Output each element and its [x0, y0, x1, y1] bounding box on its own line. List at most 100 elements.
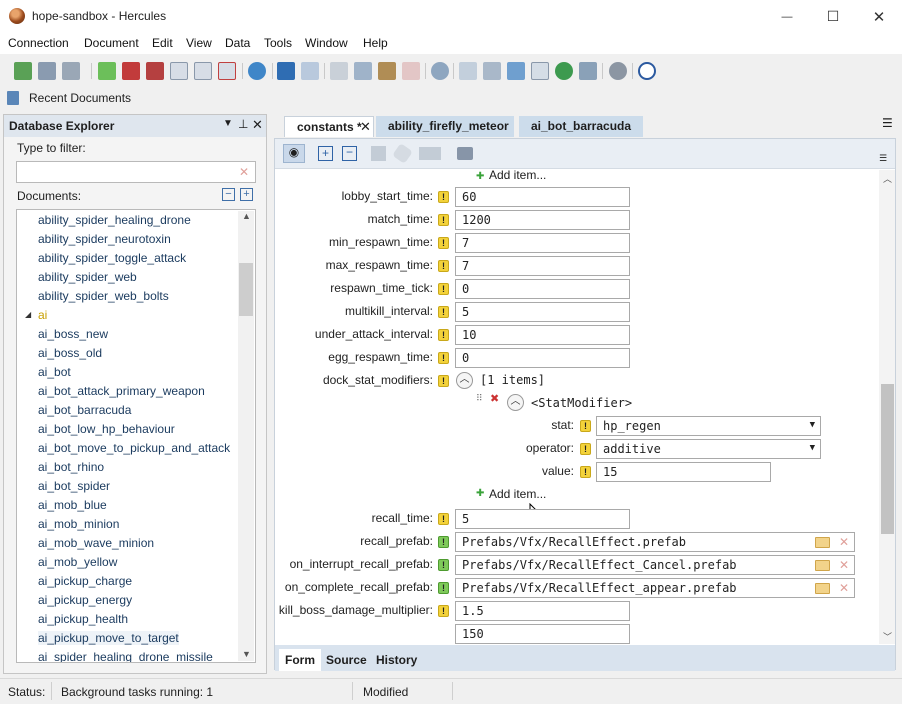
cut-icon[interactable] [330, 62, 348, 80]
tree-item[interactable]: ability_spider_toggle_attack [38, 251, 186, 265]
on-complete-recall-prefab-input[interactable]: Prefabs/Vfx/RecallEffect_appear.prefab [455, 578, 855, 598]
tree-item[interactable]: ai_bot_spider [38, 479, 110, 493]
on-interrupt-recall-prefab-input[interactable]: Prefabs/Vfx/RecallEffect_Cancel.prefab [455, 555, 855, 575]
find-icon[interactable] [431, 62, 449, 80]
copy-icon[interactable] [354, 62, 372, 80]
tree-item[interactable]: ai_bot_rhino [38, 460, 104, 474]
new-connection-icon[interactable] [14, 62, 32, 80]
collapse-all-fields-icon[interactable]: − [342, 146, 357, 161]
multikill-interval-input[interactable]: 5 [455, 302, 630, 322]
tab-history[interactable]: History [370, 649, 423, 671]
tree-item[interactable]: ai_bot_low_hp_behaviour [38, 422, 175, 436]
compare-icon[interactable] [459, 62, 477, 80]
tree-item[interactable]: ai_boss_old [38, 346, 102, 360]
reload-icon[interactable] [248, 62, 266, 80]
tree-item[interactable]: ability_spider_web_bolts [38, 289, 169, 303]
tree-item[interactable]: ai_bot [38, 365, 71, 379]
tab-source[interactable]: Source [320, 649, 373, 671]
layout-icon[interactable] [579, 62, 597, 80]
stat-select[interactable]: hp_regen ▼ [596, 416, 821, 436]
tab-form[interactable]: Form [279, 649, 321, 671]
pin-icon[interactable]: ⊥ [238, 117, 248, 131]
tree-item[interactable]: ai_pickup_health [38, 612, 128, 626]
clear-field-icon[interactable]: ✕ [839, 558, 849, 572]
tree-scrollbar[interactable]: ▲ ▼ [238, 211, 254, 661]
new-document-icon[interactable] [98, 62, 116, 80]
database-icon[interactable] [38, 62, 56, 80]
match-time-input[interactable]: 1200 [455, 210, 630, 230]
key-icon[interactable] [457, 147, 473, 160]
respawn-time-tick-input[interactable]: 0 [455, 279, 630, 299]
cut-off-input[interactable]: 150 [455, 624, 630, 644]
delete-document-icon[interactable] [218, 62, 236, 80]
tree-item-hovered[interactable]: ai_pickup_move_to_target [38, 631, 179, 645]
menu-connection[interactable]: Connection [8, 36, 69, 50]
schema-dropdown-icon[interactable] [62, 62, 80, 80]
menu-window[interactable]: Window [305, 36, 348, 50]
delete-icon[interactable] [402, 62, 420, 80]
expand-all-fields-icon[interactable]: + [318, 146, 333, 161]
tree-item[interactable]: ability_spider_web [38, 270, 137, 284]
expanded-arrow-icon[interactable]: ◢ [25, 310, 31, 319]
filter-input[interactable]: ✕ [16, 161, 256, 183]
tree-item[interactable]: ai_bot_barracuda [38, 403, 131, 417]
tree-item[interactable]: ability_spider_healing_drone [38, 213, 191, 227]
tree-item[interactable]: ai_pickup_energy [38, 593, 132, 607]
under-attack-interval-input[interactable]: 10 [455, 325, 630, 345]
max-respawn-time-input[interactable]: 7 [455, 256, 630, 276]
toolbar-overflow-icon[interactable]: ☰ [879, 153, 887, 164]
tree-item[interactable]: ai_mob_blue [38, 498, 107, 512]
tree-item[interactable]: ai_pickup_charge [38, 574, 132, 588]
tree-item[interactable]: ai_bot_move_to_pickup_and_attack [38, 441, 230, 455]
redo-icon[interactable] [301, 62, 319, 80]
lobby-start-time-input[interactable]: 60 [455, 187, 630, 207]
egg-respawn-time-input[interactable]: 0 [455, 348, 630, 368]
settings-icon[interactable] [609, 62, 627, 80]
structure-icon[interactable] [371, 146, 386, 161]
collapse-item-button[interactable]: ︿ [507, 394, 524, 411]
scroll-down-icon[interactable]: ▼ [242, 649, 251, 659]
collapse-list-button[interactable]: ︿ [456, 372, 473, 389]
json-icon[interactable] [531, 62, 549, 80]
form-scrollbar[interactable]: ︿ ﹀ [879, 170, 895, 644]
add-icon[interactable]: ✚ [476, 488, 484, 499]
value-input[interactable]: 15 [596, 462, 771, 482]
maximize-button[interactable]: ☐ [810, 0, 856, 33]
scrollbar-thumb[interactable] [881, 384, 894, 534]
collapse-all-icon[interactable]: − [222, 188, 235, 201]
tree-item[interactable]: ai_mob_wave_minion [38, 536, 154, 550]
menu-help[interactable]: Help [363, 36, 388, 50]
panel-menu-icon[interactable]: ▼ [223, 118, 233, 129]
add-item-link[interactable]: Add item... [489, 487, 546, 501]
close-window-button[interactable]: ✕ [856, 0, 902, 33]
scroll-up-icon[interactable]: ︿ [883, 172, 892, 185]
menu-tools[interactable]: Tools [264, 36, 292, 50]
paste-icon[interactable] [378, 62, 396, 80]
browse-folder-icon[interactable] [815, 560, 830, 571]
inspect-icon[interactable] [483, 62, 501, 80]
operator-select[interactable]: additive ▼ [596, 439, 821, 459]
min-respawn-time-input[interactable]: 7 [455, 233, 630, 253]
history-icon[interactable] [555, 62, 573, 80]
tree-item[interactable]: ai_boss_new [38, 327, 108, 341]
menu-document[interactable]: Document [84, 36, 139, 50]
tree-item[interactable]: ai_bot_attack_primary_weapon [38, 384, 205, 398]
tree-item[interactable]: ai_mob_yellow [38, 555, 117, 569]
recall-prefab-input[interactable]: Prefabs/Vfx/RecallEffect.prefab [455, 532, 855, 552]
recall-time-input[interactable]: 5 [455, 509, 630, 529]
add-icon[interactable]: ✚ [476, 171, 484, 182]
expand-all-icon[interactable]: + [240, 188, 253, 201]
close-panel-icon[interactable]: ✕ [252, 117, 263, 133]
menu-edit[interactable]: Edit [152, 36, 173, 50]
tree-item[interactable]: ai_spider_healing_drone_missile [38, 650, 213, 662]
help-icon[interactable] [638, 62, 656, 80]
browse-folder-icon[interactable] [815, 537, 830, 548]
save-all-icon[interactable] [146, 62, 164, 80]
tab-ai-bot-barracuda[interactable]: ai_bot_barracuda [519, 116, 643, 137]
recent-documents-bar[interactable]: Recent Documents [0, 87, 902, 109]
drag-handle-icon[interactable]: ⠿ [476, 393, 483, 404]
tab-ability-firefly-meteor[interactable]: ability_firefly_meteor [376, 116, 514, 137]
tree-item[interactable]: ability_spider_neurotoxin [38, 232, 171, 246]
clear-filter-icon[interactable]: ✕ [239, 165, 249, 179]
browse-folder-icon[interactable] [815, 583, 830, 594]
